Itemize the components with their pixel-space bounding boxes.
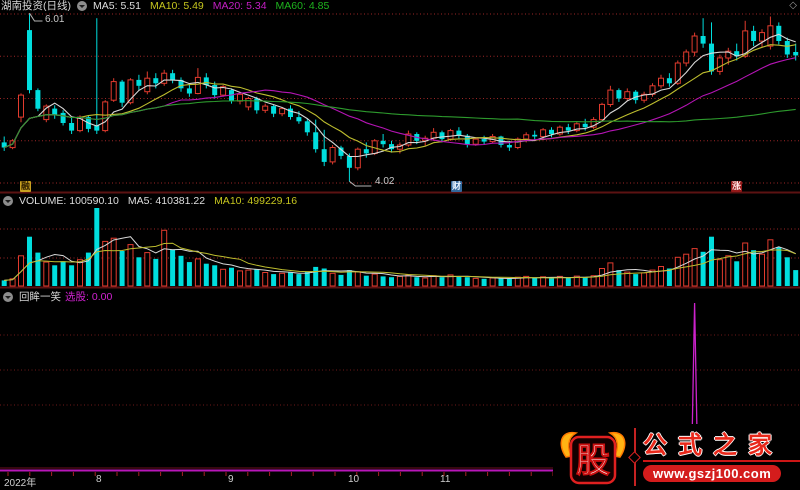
indicator-param-value: 0.00: [91, 291, 113, 303]
volume-legend: VOLUME: 100590.10: [19, 195, 119, 207]
ma5-legend: MA5: 5.51: [93, 0, 141, 12]
logo-underline: [643, 459, 800, 462]
ma60-value: 4.85: [308, 0, 330, 12]
stock-title: 湖南投资(日线): [1, 0, 71, 12]
collapse-chevron-icon[interactable]: [77, 1, 87, 11]
volume-label: VOLUME:: [19, 195, 67, 207]
ma10-label: MA10:: [149, 0, 181, 12]
site-url[interactable]: www.gszj100.com: [643, 464, 782, 482]
vol-ma5-legend: MA5: 410381.22: [128, 195, 205, 207]
bull-logo-icon: 股: [560, 431, 626, 485]
bull-char: 股: [576, 442, 610, 480]
ma20-label: MA20:: [212, 0, 244, 12]
axis-label: 10: [348, 474, 360, 485]
indicator-title: 回眸一笑: [19, 291, 61, 303]
vol-ma10-value: 499229.16: [247, 195, 298, 207]
indicator-param: 选股: 0.00: [65, 291, 112, 303]
vol-ma10-label: MA10:: [214, 195, 245, 207]
collapse-chevron-icon[interactable]: [3, 292, 13, 302]
diamond-icon[interactable]: ◇: [789, 0, 797, 11]
vol-ma5-label: MA5:: [127, 195, 153, 207]
axis-label: 2022年: [4, 478, 37, 489]
chart-canvas: [0, 12, 800, 476]
axis-label: 9: [228, 474, 234, 485]
axis-label: 11: [440, 474, 451, 485]
volume-value: 100590.10: [69, 195, 119, 207]
low-price-label: 4.02: [375, 176, 395, 187]
ma5-label: MA5:: [93, 0, 118, 12]
volume-header: VOLUME: 100590.10 MA5: 410381.22 MA10: 4992…: [1, 195, 306, 207]
ma60-legend: MA60: 4.85: [276, 0, 330, 12]
ma10-value: 5.49: [183, 0, 204, 12]
ma20-value: 5.34: [246, 0, 267, 12]
logo-divider: [628, 428, 641, 486]
main-chart-header: 湖南投资(日线) MA5: 5.51 MA10: 5.49 MA20: 5.34 MA…: [1, 0, 338, 12]
ma60-label: MA60:: [275, 0, 306, 12]
vol-ma10-legend: MA10: 499229.16: [214, 195, 297, 207]
ma20-legend: MA20: 5.34: [213, 0, 267, 12]
high-price-label: 6.01: [45, 14, 65, 25]
vol-ma5-value: 410381.22: [155, 195, 206, 207]
gszj-watermark[interactable]: 股 公式之家 www.gszj100.com: [553, 424, 800, 490]
indicator-header: 回眸一笑 选股: 0.00: [1, 291, 121, 303]
ma10-legend: MA10: 5.49: [150, 0, 204, 12]
collapse-chevron-icon[interactable]: [3, 196, 13, 206]
event-marker-融[interactable]: 融: [20, 181, 31, 192]
event-marker-财[interactable]: 财: [451, 181, 462, 192]
event-marker-涨[interactable]: 涨: [731, 181, 742, 192]
stock-app: 湖南投资(日线) MA5: 5.51 MA10: 5.49 MA20: 5.34 MA…: [0, 0, 800, 490]
indicator-param-label: 选股:: [65, 291, 89, 303]
axis-label: 8: [96, 474, 102, 485]
ma5-value: 5.51: [120, 0, 141, 12]
site-name: 公式之家: [643, 431, 783, 459]
